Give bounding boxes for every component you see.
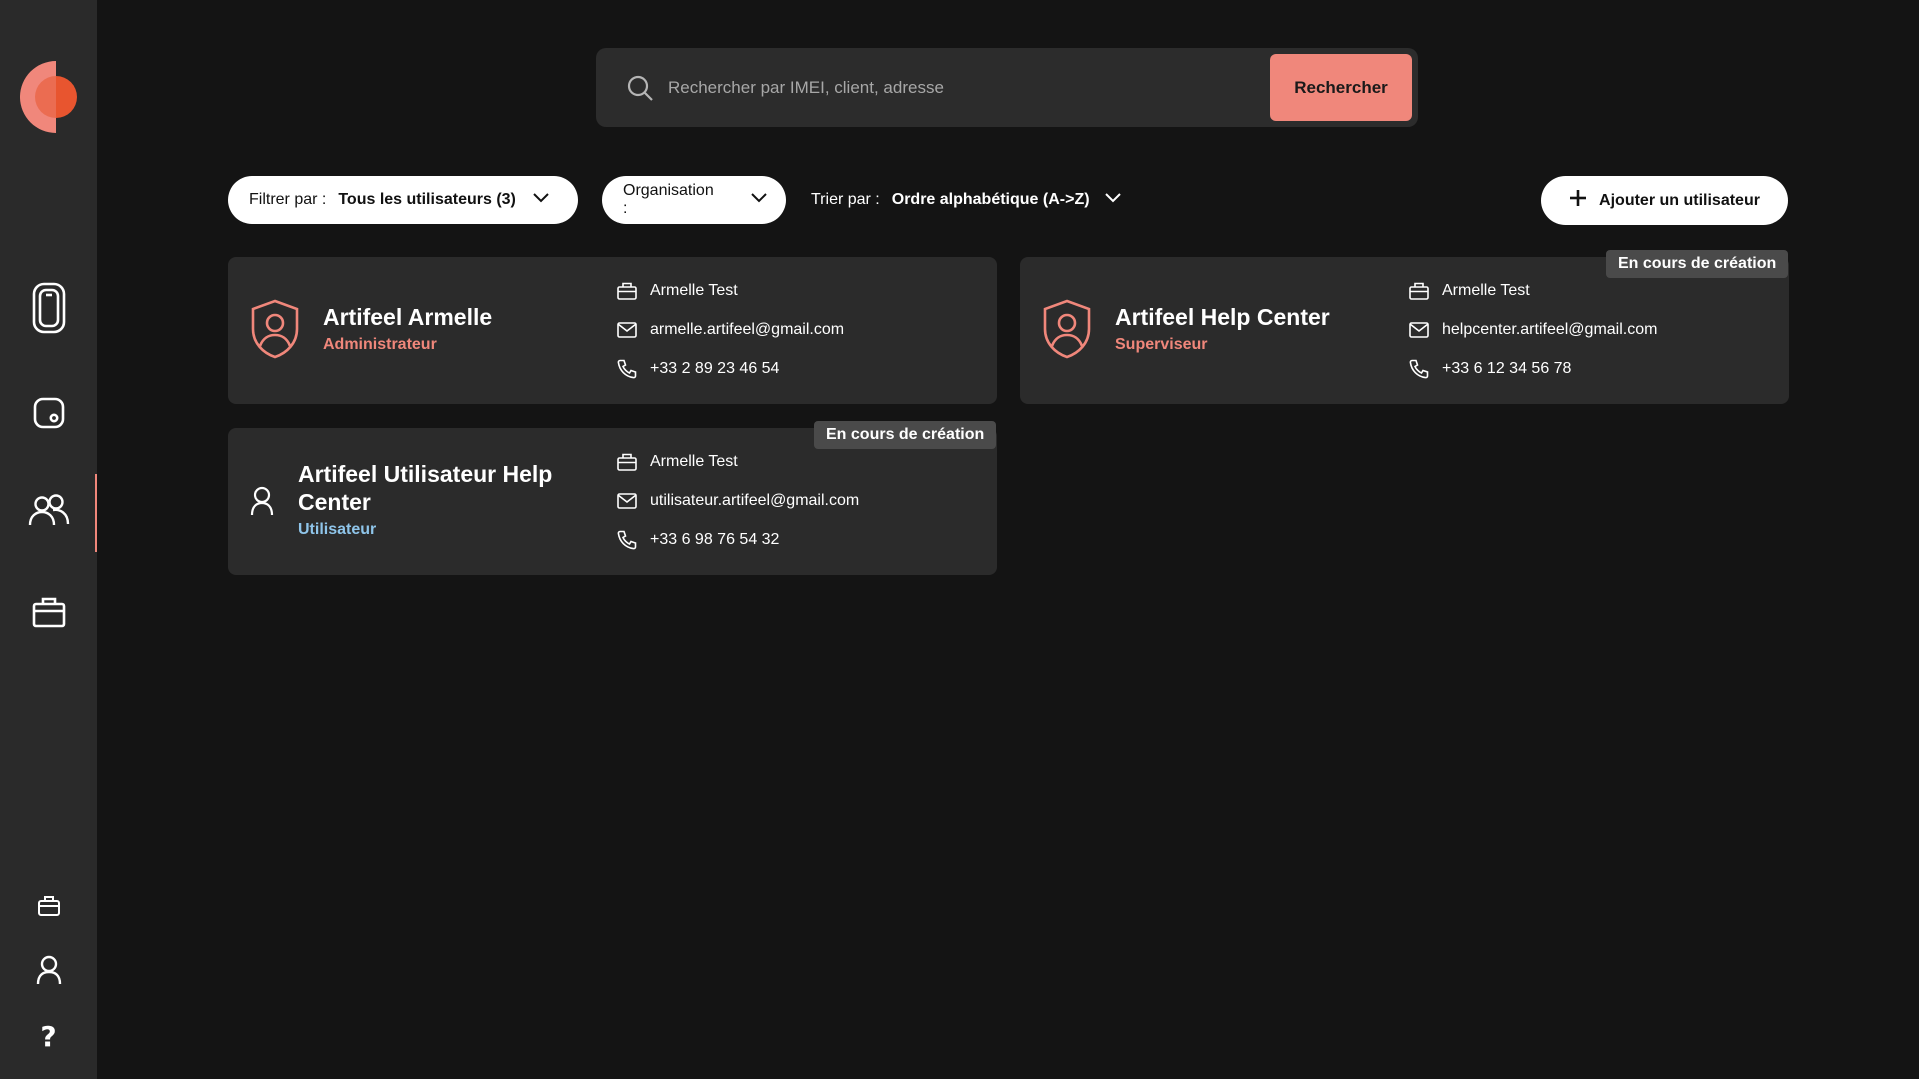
user-role: Superviseur (1115, 336, 1208, 353)
briefcase-icon (616, 282, 638, 300)
user-card[interactable]: Artifeel Armelle Administrateur Armelle … (228, 257, 997, 404)
user-card[interactable]: Artifeel Utilisateur Help Center Utilisa… (228, 428, 997, 575)
nav-organisations[interactable] (0, 579, 97, 649)
sort-dropdown[interactable]: Trier par : Ordre alphabétique (A->Z) (811, 176, 1122, 224)
sidebar: ? (0, 0, 97, 1079)
user-icon (250, 486, 274, 516)
help-icon: ? (40, 1019, 57, 1053)
filter-value: Tous les utilisateurs (3) (338, 191, 516, 208)
user-phone: +33 6 98 76 54 32 (616, 528, 779, 552)
user-phone: +33 6 12 34 56 78 (1408, 357, 1571, 381)
organisation-label: Organisation : (623, 182, 714, 217)
shield-user-icon (250, 299, 300, 359)
status-badge: En cours de création (1606, 250, 1789, 278)
user-role: Administrateur (323, 336, 437, 353)
briefcase-icon (1408, 282, 1430, 300)
nav-devices[interactable] (0, 275, 97, 345)
email-text: utilisateur.artifeel@gmail.com (650, 492, 860, 509)
user-organisation: Armelle Test (1408, 279, 1530, 303)
organisation-text: Armelle Test (650, 282, 738, 299)
nav-tablets[interactable] (0, 380, 97, 450)
user-organisation: Armelle Test (616, 450, 738, 474)
phone-text: +33 6 98 76 54 32 (650, 531, 780, 548)
user-role: Utilisateur (298, 521, 377, 538)
email-text: helpcenter.artifeel@gmail.com (1442, 321, 1658, 338)
brand-logo[interactable] (19, 58, 78, 136)
user-organisation: Armelle Test (616, 279, 738, 303)
filter-label: Filtrer par : (249, 191, 327, 208)
user-name: Artifeel Help Center (1115, 304, 1330, 330)
briefcase-icon (32, 596, 66, 633)
user-name: Artifeel Armelle (323, 304, 493, 330)
status-badge: En cours de création (814, 421, 997, 449)
phone-device-icon (31, 281, 67, 340)
chevron-down-icon (1104, 191, 1122, 209)
phone-icon (616, 530, 638, 550)
nav-organisation-small[interactable] (0, 873, 97, 943)
nav-users[interactable] (0, 474, 97, 552)
phone-icon (1408, 359, 1430, 379)
main-content: Rechercher par IMEI, client, adresse Rec… (97, 0, 1919, 1079)
mail-icon (616, 322, 638, 338)
organisation-text: Armelle Test (650, 453, 738, 470)
user-icon (36, 955, 62, 990)
plus-icon (1569, 189, 1587, 212)
users-icon (28, 493, 70, 533)
chevron-down-icon (532, 191, 550, 209)
organisation-text: Armelle Test (1442, 282, 1530, 299)
phone-icon (616, 359, 638, 379)
briefcase-icon (616, 453, 638, 471)
sort-label: Trier par : (811, 191, 880, 208)
sort-value: Ordre alphabétique (A->Z) (891, 191, 1090, 208)
filter-dropdown[interactable]: Filtrer par : Tous les utilisateurs (3) (228, 176, 578, 224)
phone-text: +33 6 12 34 56 78 (1442, 360, 1572, 377)
user-email: armelle.artifeel@gmail.com (616, 318, 844, 342)
chevron-down-icon (750, 191, 768, 209)
user-phone: +33 2 89 23 46 54 (616, 357, 779, 381)
tablet-icon (32, 396, 66, 435)
search-button[interactable]: Rechercher (1270, 54, 1412, 121)
nav-help[interactable]: ? (0, 1001, 97, 1071)
email-text: armelle.artifeel@gmail.com (650, 321, 845, 338)
add-user-label: Ajouter un utilisateur (1599, 191, 1760, 209)
mail-icon (616, 493, 638, 509)
user-email: helpcenter.artifeel@gmail.com (1408, 318, 1657, 342)
search-icon (626, 74, 654, 102)
phone-text: +33 2 89 23 46 54 (650, 360, 780, 377)
user-email: utilisateur.artifeel@gmail.com (616, 489, 859, 513)
search-input[interactable]: Rechercher par IMEI, client, adresse (668, 78, 1270, 98)
briefcase-small-icon (37, 895, 61, 922)
shield-user-icon (1042, 299, 1092, 359)
nav-profile[interactable] (0, 937, 97, 1007)
organisation-dropdown[interactable]: Organisation : (602, 176, 786, 224)
mail-icon (1408, 322, 1430, 338)
add-user-button[interactable]: Ajouter un utilisateur (1541, 176, 1788, 225)
search-bar: Rechercher par IMEI, client, adresse Rec… (596, 48, 1418, 127)
user-name: Artifeel Utilisateur Help Center (298, 461, 553, 515)
user-card[interactable]: Artifeel Help Center Superviseur Armelle… (1020, 257, 1789, 404)
